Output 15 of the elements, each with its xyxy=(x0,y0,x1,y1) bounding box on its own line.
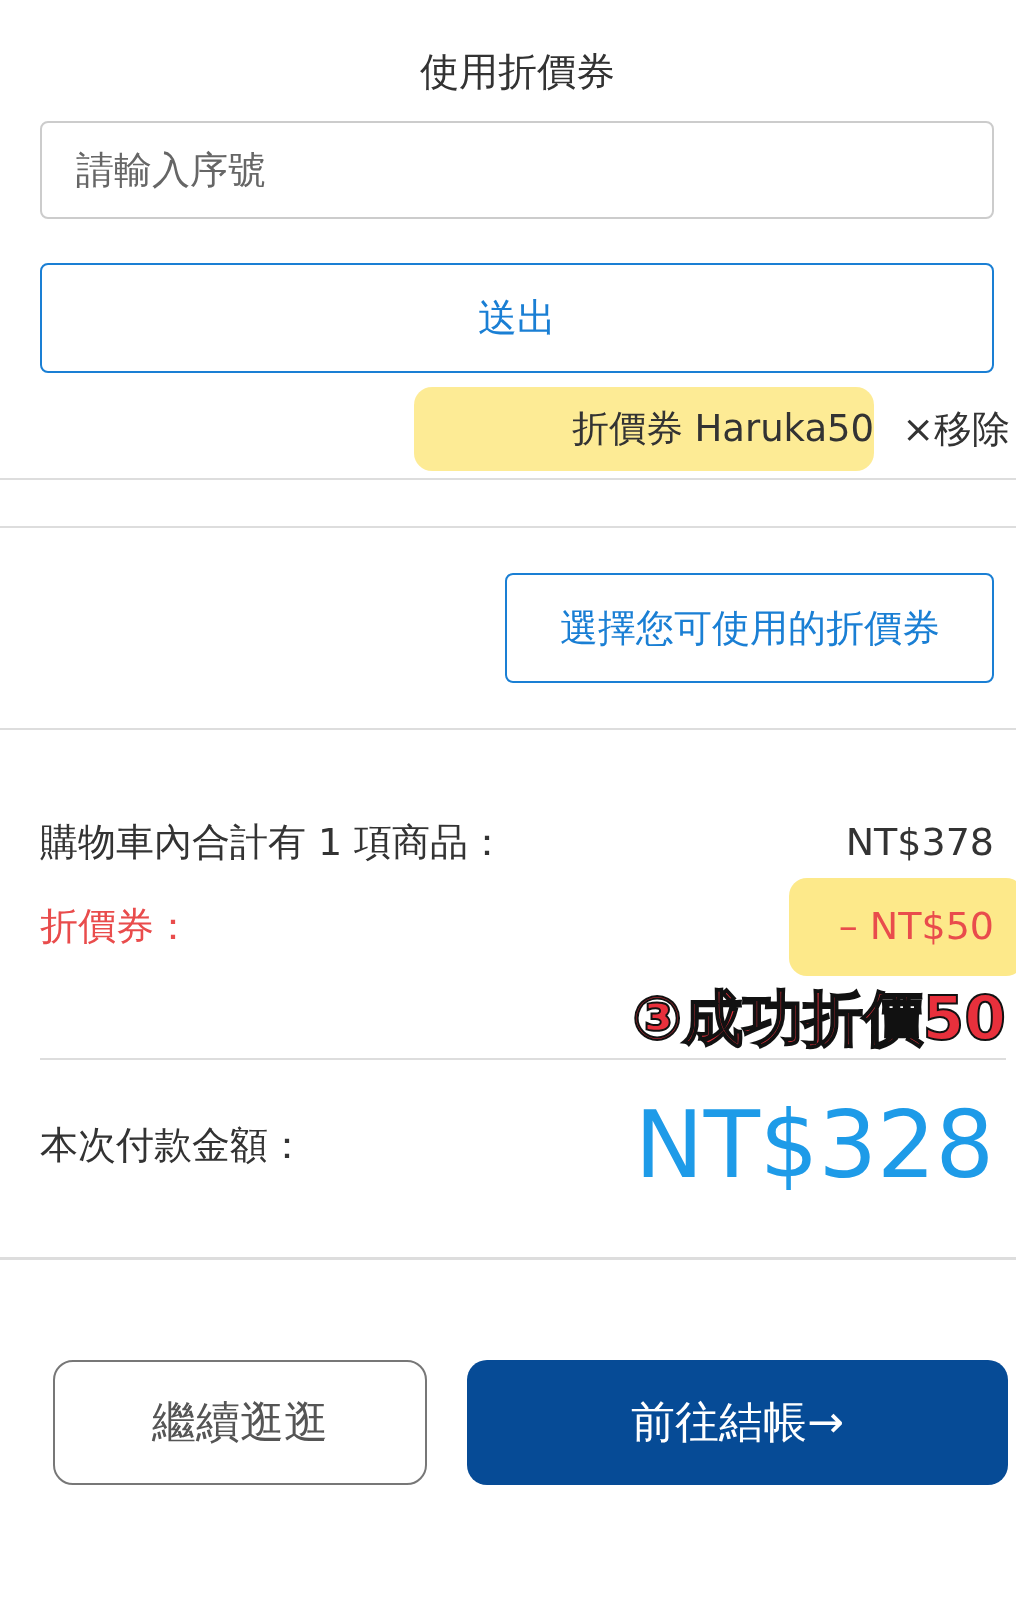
summary-value: NT$378 xyxy=(845,820,994,864)
checkout-button[interactable]: 前往結帳→ xyxy=(467,1360,1008,1485)
total-amount: NT$328 xyxy=(634,1091,994,1199)
submit-button[interactable]: 送出 xyxy=(40,263,994,373)
remove-link[interactable]: ×移除 xyxy=(902,403,1010,455)
summary-label: 購物車內合計有 1 項商品： xyxy=(40,818,507,866)
section-title: 使用折價券 xyxy=(418,48,616,96)
continue-shopping-button[interactable]: 繼續逛逛 xyxy=(53,1360,427,1485)
summary-value: – NT$50 xyxy=(838,904,994,948)
summary-label: 折價券： xyxy=(40,902,192,950)
annotation-text: ③成功折價50 xyxy=(631,982,1006,1055)
applied-coupon-label: 折價券 Haruka50 xyxy=(571,406,875,452)
total-label: 本次付款金額： xyxy=(40,1121,306,1169)
choose-coupon-button[interactable]: 選擇您可使用的折價券 xyxy=(505,573,994,683)
serial-number-field[interactable]: 請輸入序號 xyxy=(40,121,994,219)
